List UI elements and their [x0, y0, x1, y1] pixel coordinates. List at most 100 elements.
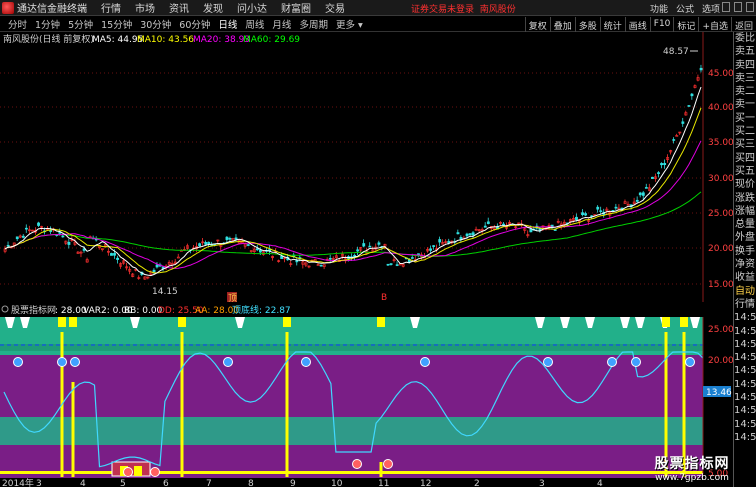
close-icon[interactable]: [746, 2, 754, 12]
period-toolbar: 分时 1分钟 5分钟 15分钟 30分钟 60分钟 日线 周线 月线 多周期 更…: [0, 17, 756, 32]
price-panel-title: 南风股份(日线 前复权): [3, 33, 94, 45]
period-1min[interactable]: 1分钟: [35, 17, 60, 31]
candle-body: [687, 105, 691, 107]
menu-item-jiaoyi[interactable]: 交易: [325, 0, 345, 15]
candle-body: [651, 176, 654, 179]
high-price-label: 48.57: [663, 47, 689, 57]
b-marker: B: [381, 293, 387, 303]
rp-sell1[interactable]: 卖一: [734, 98, 756, 111]
candle-body: [468, 233, 472, 235]
rp-zhangdie[interactable]: 涨跌: [734, 192, 756, 205]
rp-buy5[interactable]: 买五: [734, 165, 756, 178]
rp-buy3[interactable]: 买三: [734, 138, 756, 151]
rp-tick-time: 14:56: [734, 365, 756, 377]
candle-body: [635, 199, 639, 202]
ma20-label: MA20: 38.93: [193, 35, 250, 45]
signal-cap: [58, 317, 66, 327]
candle-body: [368, 245, 372, 248]
menu-item-gongneng[interactable]: 功能: [650, 2, 668, 15]
minimize-icon[interactable]: [722, 2, 730, 12]
candle-body: [386, 263, 390, 266]
rp-sell4[interactable]: 卖四: [734, 59, 756, 72]
rp-hangqing[interactable]: 行情: [734, 298, 756, 311]
tool-biaoji[interactable]: 标记: [673, 17, 698, 32]
candle-body: [465, 233, 469, 237]
tool-huaxian[interactable]: 画线: [624, 17, 650, 32]
rp-huanshou[interactable]: 换手: [734, 245, 756, 258]
rp-xianjia[interactable]: 现价: [734, 178, 756, 191]
tool-f10[interactable]: F10: [649, 17, 674, 32]
menu-bar: 通达信金融终端 行情 市场 资讯 发现 问小达 财富圈 交易 证券交易未登录 南…: [0, 0, 756, 16]
period-weekly[interactable]: 周线: [245, 17, 264, 31]
period-monthly[interactable]: 月线: [272, 17, 291, 31]
x-axis-tick: 8: [248, 479, 254, 487]
period-daily[interactable]: 日线: [218, 17, 237, 31]
tool-diejia[interactable]: 叠加: [549, 17, 575, 32]
x-axis-tick: 3: [539, 479, 545, 487]
chart-area[interactable]: 南风股份(日线 前复权) MA5: 44.95 MA10: 43.56 MA20…: [0, 32, 733, 487]
period-60min[interactable]: 60分钟: [179, 17, 210, 31]
signal-cap: [680, 317, 688, 327]
price-tick: 15.00: [708, 280, 733, 290]
tool-fuquan[interactable]: 复权: [524, 17, 550, 32]
tool-duogu[interactable]: 多股: [574, 17, 600, 32]
period-more[interactable]: 更多 ▾: [336, 17, 363, 31]
app-logo-icon: [2, 1, 14, 14]
rp-buy2[interactable]: 买二: [734, 125, 756, 138]
period-multi[interactable]: 多周期: [299, 17, 328, 31]
rp-tick-time: 14:56: [734, 431, 756, 443]
bottom-block: [134, 466, 142, 476]
rp-zhangfu[interactable]: 涨幅: [734, 205, 756, 218]
watermark: 股票指标网 www.7gpzb.com: [652, 453, 732, 483]
rp-weibi[interactable]: 委比: [734, 32, 756, 45]
rp-buy4[interactable]: 买四: [734, 152, 756, 165]
rp-waipan[interactable]: 外盘: [734, 231, 756, 244]
indicator-bubble: [13, 357, 23, 367]
ma60-label: MA60: 29.69: [243, 35, 300, 45]
candle-body: [228, 237, 232, 240]
tool-zixuan[interactable]: +自选: [698, 17, 731, 32]
candle-body: [24, 227, 28, 230]
watermark-url: www.7gpzb.com: [655, 473, 729, 483]
menu-item-caifuquan[interactable]: 财富圈: [281, 0, 311, 15]
menu-item-shichang[interactable]: 市场: [135, 0, 155, 15]
price-tick: 40.00: [708, 103, 733, 113]
period-15min[interactable]: 15分钟: [101, 17, 132, 31]
login-alert[interactable]: 证券交易未登录 南风股份: [411, 2, 516, 15]
indicator-tick: 25.00: [708, 325, 733, 335]
rp-jingzi[interactable]: 净资: [734, 258, 756, 271]
rp-sell5[interactable]: 卖五: [734, 45, 756, 58]
candle-body: [599, 210, 603, 212]
period-5min[interactable]: 5分钟: [68, 17, 93, 31]
menu-item-faxian[interactable]: 发现: [203, 0, 223, 15]
x-axis-tick: 6: [163, 479, 169, 487]
rp-zidong[interactable]: 自动: [734, 285, 756, 298]
x-axis-tick: 7: [206, 479, 212, 487]
candle-body: [204, 241, 208, 245]
candle-body: [37, 222, 40, 226]
candle-body: [67, 241, 71, 245]
indicator-title[interactable]: 股票指标网: [11, 304, 56, 316]
menu-item-gongshi[interactable]: 公式: [676, 2, 694, 15]
rp-sell2[interactable]: 卖二: [734, 85, 756, 98]
menu-item-wenxiaoda[interactable]: 问小达: [237, 0, 267, 15]
indicator-bubble: [607, 357, 617, 367]
tool-tongji[interactable]: 统计: [599, 17, 625, 32]
x-axis-tick: 11: [378, 479, 389, 487]
menu-item-hangqing[interactable]: 行情: [101, 0, 121, 15]
period-30min[interactable]: 30分钟: [140, 17, 171, 31]
candle-body: [328, 257, 332, 260]
menu-item-zixun[interactable]: 资讯: [169, 0, 189, 15]
rp-shouyi[interactable]: 收益: [734, 271, 756, 284]
menu-item-xuanxiang[interactable]: 选项: [702, 2, 720, 15]
rp-zongliang[interactable]: 总量: [734, 218, 756, 231]
maximize-icon[interactable]: [734, 2, 742, 12]
rp-buy1[interactable]: 买一: [734, 112, 756, 125]
rp-sell3[interactable]: 卖三: [734, 72, 756, 85]
current-value-label: 13.46: [706, 388, 732, 398]
candle-body: [663, 163, 667, 166]
indicator-bubble: [543, 357, 553, 367]
period-fenshi[interactable]: 分时: [8, 17, 27, 31]
tool-fanhui[interactable]: 返回: [730, 17, 756, 32]
indicator-bubble: [352, 459, 362, 469]
